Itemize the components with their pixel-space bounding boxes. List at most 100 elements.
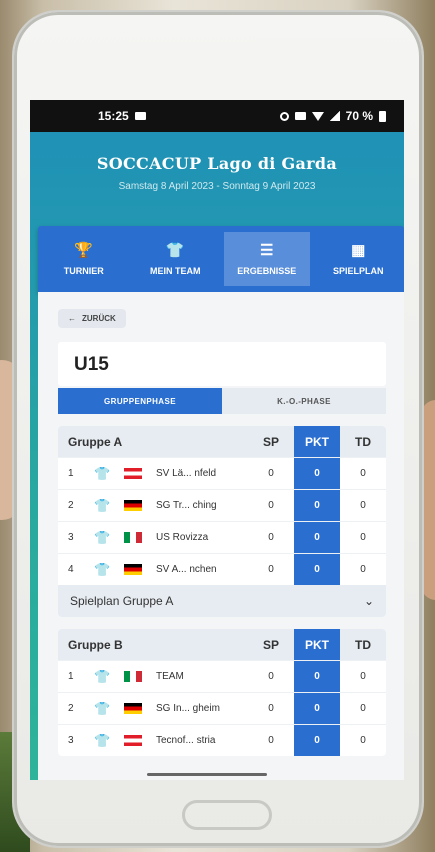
home-button[interactable] xyxy=(182,800,272,830)
group-name: Gruppe B xyxy=(68,637,123,652)
calendar-icon: ▦ xyxy=(351,241,366,259)
col-pkt: PKT xyxy=(294,629,340,660)
table-row[interactable]: 1 👕 SV Lä... nfeld 0 0 0 xyxy=(58,457,386,489)
nav-label: ERGEBNISSE xyxy=(237,265,297,276)
points: 0 xyxy=(294,458,340,489)
list-icon: ☰ xyxy=(260,241,274,259)
points: 0 xyxy=(294,490,340,521)
group-name: Gruppe A xyxy=(68,434,123,449)
event-dates: Samstag 8 April 2023 - Sonntag 9 April 2… xyxy=(118,181,316,192)
flag-austria-icon xyxy=(124,468,142,479)
team-name: SG Tr... ching xyxy=(156,500,217,511)
arrow-left-icon: ← xyxy=(68,314,76,323)
tab-gruppenphase[interactable]: GRUPPENPHASE xyxy=(58,388,222,414)
team-name: US Rovizza xyxy=(156,532,209,543)
results-content: ← ZURÜCK U15 GRUPPENPHASE K.-O.-PHASE Gr… xyxy=(38,292,404,780)
table-row[interactable]: 2 👕 SG Tr... ching 0 0 0 xyxy=(58,489,386,521)
group-header: Gruppe B SP PKT TD xyxy=(58,629,386,660)
rank: 2 xyxy=(68,500,74,511)
table-row[interactable]: 1 👕 TEAM 0 0 0 xyxy=(58,660,386,692)
team-name: SV A... nchen xyxy=(156,564,217,575)
shirt-icon: 👕 xyxy=(94,497,111,513)
goal-diff: 0 xyxy=(360,564,366,575)
nav-label: MEIN TEAM xyxy=(150,265,201,276)
rank: 1 xyxy=(68,671,74,682)
status-time: 15:25 xyxy=(98,109,129,123)
shirt-icon: 👕 xyxy=(94,529,111,545)
nav-label: SPIELPLAN xyxy=(332,265,384,276)
group-header: Gruppe A SP PKT TD xyxy=(58,426,386,457)
col-td: TD xyxy=(355,434,371,449)
group-table-b: Gruppe B SP PKT TD 1 👕 TEAM 0 0 0 2 👕 SG… xyxy=(58,629,386,756)
games: 0 xyxy=(268,468,274,479)
points: 0 xyxy=(294,725,340,756)
trophy-icon: 🏆 xyxy=(74,241,94,259)
table-row[interactable]: 4 👕 SV A... nchen 0 0 0 xyxy=(58,553,386,585)
team-name: TEAM xyxy=(156,671,184,682)
nav-ergebnisse[interactable]: ☰ ERGEBNISSE xyxy=(223,232,310,286)
chevron-down-icon: ⌄ xyxy=(363,594,374,608)
goal-diff: 0 xyxy=(360,532,366,543)
age-group-title: U15 xyxy=(58,342,386,386)
shirt-icon: 👕 xyxy=(94,700,111,716)
gesture-bar xyxy=(147,773,267,776)
battery-icon xyxy=(379,110,386,122)
games: 0 xyxy=(268,500,274,511)
table-row[interactable]: 3 👕 US Rovizza 0 0 0 xyxy=(58,521,386,553)
nav-turnier[interactable]: 🏆 TURNIER xyxy=(41,232,127,286)
flag-germany-icon xyxy=(124,703,142,714)
message-icon xyxy=(134,112,146,120)
shirt-icon: 👕 xyxy=(94,732,111,748)
back-button[interactable]: ← ZURÜCK xyxy=(58,309,126,328)
group-schedule-toggle[interactable]: Spielplan Gruppe A ⌄ xyxy=(58,585,386,617)
group-schedule-label: Spielplan Gruppe A xyxy=(70,594,174,608)
team-name: SV Lä... nfeld xyxy=(156,468,217,479)
phone-frame: 15:25 70 % SOCCACUP Lago di Garda Samsta… xyxy=(12,10,424,848)
phone-screen: 15:25 70 % SOCCACUP Lago di Garda Samsta… xyxy=(30,100,404,780)
games: 0 xyxy=(268,671,274,682)
back-label: ZURÜCK xyxy=(82,314,116,323)
table-row[interactable]: 3 👕 Tecnof... stria 0 0 0 xyxy=(58,724,386,756)
alarm-icon xyxy=(279,111,289,121)
goal-diff: 0 xyxy=(360,735,366,746)
points: 0 xyxy=(294,522,340,553)
tab-ko-phase[interactable]: K.-O.-PHASE xyxy=(222,388,386,414)
shirt-icon: 👕 xyxy=(165,241,185,259)
col-sp: SP xyxy=(262,434,279,449)
points: 0 xyxy=(294,693,340,724)
shirt-icon: 👕 xyxy=(94,465,111,481)
nav-label: TURNIER xyxy=(63,265,104,276)
points: 0 xyxy=(294,554,340,585)
rank: 1 xyxy=(68,468,74,479)
col-sp: SP xyxy=(262,637,279,652)
nfc-icon xyxy=(294,112,306,120)
goal-diff: 0 xyxy=(360,703,366,714)
group-table-a: Gruppe A SP PKT TD 1 👕 SV Lä... nfeld 0 … xyxy=(58,426,386,617)
flag-italy-icon xyxy=(124,671,142,682)
games: 0 xyxy=(268,564,274,575)
status-bar: 15:25 70 % xyxy=(30,100,404,132)
games: 0 xyxy=(268,532,274,543)
team-name: SG In... gheim xyxy=(156,703,220,714)
rank: 2 xyxy=(68,703,74,714)
goal-diff: 0 xyxy=(360,468,366,479)
rank: 3 xyxy=(68,532,74,543)
nav-mein-team[interactable]: 👕 MEIN TEAM xyxy=(132,232,218,286)
wifi-icon xyxy=(311,111,324,121)
team-name: Tecnof... stria xyxy=(156,735,216,746)
goal-diff: 0 xyxy=(360,671,366,682)
shirt-icon: 👕 xyxy=(94,561,111,577)
shirt-icon: 👕 xyxy=(94,668,111,684)
table-row[interactable]: 2 👕 SG In... gheim 0 0 0 xyxy=(58,692,386,724)
games: 0 xyxy=(268,703,274,714)
battery-text: 70 % xyxy=(345,109,373,123)
nav-spielplan[interactable]: ▦ SPIELPLAN xyxy=(315,232,401,286)
flag-austria-icon xyxy=(124,735,142,746)
app-title: SOCCACUP Lago di Garda xyxy=(96,154,338,173)
main-nav: 🏆 TURNIER 👕 MEIN TEAM ☰ ERGEBNISSE ▦ SPI… xyxy=(38,226,404,292)
goal-diff: 0 xyxy=(360,500,366,511)
rank: 3 xyxy=(68,735,74,746)
col-td: TD xyxy=(355,637,371,652)
points: 0 xyxy=(294,661,340,692)
flag-germany-icon xyxy=(124,564,142,575)
